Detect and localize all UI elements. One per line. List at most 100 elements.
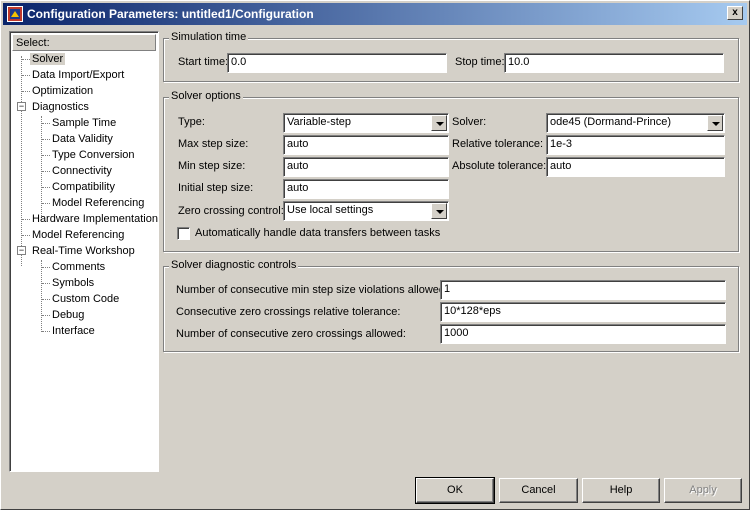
tree-item-real-time-workshop[interactable]: Real-Time Workshop	[30, 243, 137, 259]
tree-connector	[41, 260, 42, 332]
window-title: Configuration Parameters: untitled1/Conf…	[27, 7, 314, 21]
tree-item-label: Data Import/Export	[32, 69, 125, 81]
type-dropdown[interactable]: Variable-step	[283, 113, 449, 133]
tree-item-sample-time[interactable]: Sample Time	[50, 115, 118, 131]
tree-item-debug[interactable]: Debug	[50, 307, 86, 323]
simulation-time-title: Simulation time	[169, 31, 249, 43]
tree-connector	[22, 59, 30, 60]
tree-item-type-conversion[interactable]: Type Conversion	[50, 147, 137, 163]
zero-crossing-label: Zero crossing control:	[178, 205, 284, 217]
tree-item-label: Model Referencing	[52, 197, 145, 209]
tree-item-comments[interactable]: Comments	[50, 259, 107, 275]
tree-connector	[42, 139, 50, 140]
tree-connector	[42, 187, 50, 188]
tree-connector	[42, 267, 50, 268]
tree-connector	[42, 203, 50, 204]
min-step-violations-label: Number of consecutive min step size viol…	[176, 284, 449, 296]
stop-time-input[interactable]: 10.0	[504, 53, 724, 73]
help-button[interactable]: Help	[582, 478, 660, 503]
max-step-label: Max step size:	[178, 138, 249, 150]
tree-connector	[42, 123, 50, 124]
tree-connector	[42, 171, 50, 172]
auto-transfer-label[interactable]: Automatically handle data transfers betw…	[195, 227, 440, 239]
tree-item-label: Interface	[52, 325, 95, 337]
tree-item-label: Type Conversion	[52, 149, 135, 161]
tree-item-label: Compatibility	[52, 181, 115, 193]
tree-item-hardware-implementation[interactable]: Hardware Implementation	[30, 211, 158, 227]
category-tree[interactable]: Select: − − Solver Data Import/Export Op…	[9, 31, 159, 472]
tree-item-label: Solver	[30, 53, 66, 65]
solver-label: Solver:	[452, 116, 487, 128]
tree-connector	[22, 235, 30, 236]
tree-item-label: Optimization	[32, 85, 94, 97]
collapse-diagnostics-toggle[interactable]: −	[17, 102, 26, 111]
tree-connector	[42, 155, 50, 156]
tree-item-interface[interactable]: Interface	[50, 323, 97, 339]
tree-item-compatibility[interactable]: Compatibility	[50, 179, 117, 195]
tree-item-diag-model-referencing[interactable]: Model Referencing	[50, 195, 146, 211]
type-dropdown-value: Variable-step	[287, 116, 351, 128]
close-icon: x	[732, 7, 738, 18]
collapse-rtw-toggle[interactable]: −	[17, 246, 26, 255]
tree-item-label: Debug	[52, 309, 85, 321]
title-bar[interactable]: Configuration Parameters: untitled1/Conf…	[3, 3, 747, 25]
stop-time-label: Stop time:	[455, 56, 505, 68]
absolute-tolerance-label: Absolute tolerance:	[452, 160, 547, 172]
tree-connector	[42, 331, 50, 332]
tree-item-label: Connectivity	[52, 165, 112, 177]
cancel-button[interactable]: Cancel	[499, 478, 578, 503]
tree-item-solver[interactable]: Solver	[30, 51, 156, 67]
tree-item-custom-code[interactable]: Custom Code	[50, 291, 121, 307]
tree-item-model-referencing[interactable]: Model Referencing	[30, 227, 126, 243]
ok-button[interactable]: OK	[415, 477, 495, 504]
relative-tolerance-label: Relative tolerance:	[452, 138, 544, 150]
zc-relative-tolerance-input[interactable]: 10*128*eps	[440, 302, 726, 322]
tree-connector	[41, 116, 42, 220]
absolute-tolerance-input[interactable]: auto	[546, 157, 725, 177]
chevron-down-icon[interactable]	[431, 203, 447, 219]
tree-item-label: Comments	[52, 261, 106, 273]
max-step-input[interactable]: auto	[283, 135, 449, 155]
auto-transfer-checkbox[interactable]	[177, 227, 190, 240]
tree-item-label: Model Referencing	[32, 229, 125, 241]
zc-relative-tolerance-label: Consecutive zero crossings relative tole…	[176, 306, 401, 318]
tree-item-connectivity[interactable]: Connectivity	[50, 163, 114, 179]
chevron-down-icon[interactable]	[707, 115, 723, 131]
tree-item-symbols[interactable]: Symbols	[50, 275, 96, 291]
tree-header: Select:	[12, 34, 156, 51]
zc-allowed-input[interactable]: 1000	[440, 324, 726, 344]
tree-connector	[42, 283, 50, 284]
type-label: Type:	[178, 116, 205, 128]
zero-crossing-dropdown-value: Use local settings	[287, 204, 374, 216]
tree-item-data-import-export[interactable]: Data Import/Export	[30, 67, 126, 83]
solver-dropdown[interactable]: ode45 (Dormand-Prince)	[546, 113, 725, 133]
tree-connector	[22, 91, 30, 92]
initial-step-label: Initial step size:	[178, 182, 254, 194]
tree-item-data-validity[interactable]: Data Validity	[50, 131, 115, 147]
min-step-label: Min step size:	[178, 160, 246, 172]
zero-crossing-dropdown[interactable]: Use local settings	[283, 201, 449, 221]
tree-item-optimization[interactable]: Optimization	[30, 83, 95, 99]
tree-item-label: Symbols	[52, 277, 95, 289]
relative-tolerance-input[interactable]: 1e-3	[546, 135, 725, 155]
solver-diagnostic-controls-title: Solver diagnostic controls	[169, 259, 299, 271]
tree-item-diagnostics[interactable]: Diagnostics	[30, 99, 91, 115]
tree-connector	[22, 219, 30, 220]
min-step-violations-input[interactable]: 1	[440, 280, 726, 300]
start-time-input[interactable]: 0.0	[227, 53, 447, 73]
tree-item-label: Custom Code	[52, 293, 120, 305]
start-time-label: Start time:	[178, 56, 229, 68]
tree-item-label: Diagnostics	[32, 101, 89, 113]
tree-connector	[22, 75, 30, 76]
initial-step-input[interactable]: auto	[283, 179, 449, 199]
chevron-down-icon[interactable]	[431, 115, 447, 131]
tree-item-label: Hardware Implementation	[32, 213, 158, 225]
tree-item-label: Data Validity	[52, 133, 113, 145]
dialog-window: Configuration Parameters: untitled1/Conf…	[0, 0, 750, 510]
min-step-input[interactable]: auto	[283, 157, 449, 177]
zc-allowed-label: Number of consecutive zero crossings all…	[176, 328, 406, 340]
tree-connector	[42, 299, 50, 300]
apply-button[interactable]: Apply	[664, 478, 742, 503]
solver-dropdown-value: ode45 (Dormand-Prince)	[550, 116, 672, 128]
close-button[interactable]: x	[727, 6, 743, 20]
